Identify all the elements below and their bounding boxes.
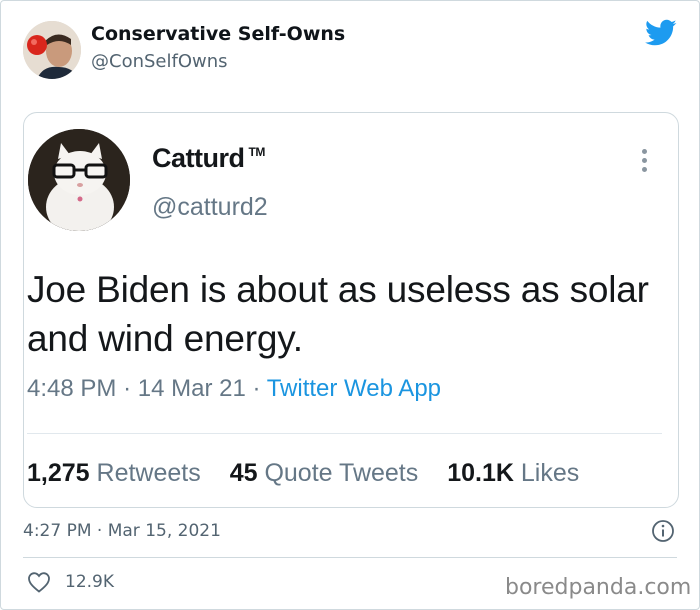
quoted-tweet-text: Joe Biden is about as useless as solar a… xyxy=(27,269,649,359)
quoted-author-avatar xyxy=(28,129,130,231)
info-icon[interactable] xyxy=(651,519,675,543)
heart-icon[interactable] xyxy=(27,571,51,593)
meta-separator: · xyxy=(252,375,261,402)
quoted-tweet-meta: 4:48 PM · 14 Mar 21 · Twitter Web App xyxy=(27,375,441,403)
author-handle[interactable]: @ConSelfOwns xyxy=(91,51,228,72)
quoted-stats: 1,275 Retweets 45 Quote Tweets 10.1K Lik… xyxy=(27,459,579,488)
meta-separator: · xyxy=(123,375,132,402)
quoted-divider xyxy=(27,433,662,434)
likes-count-quoted: 10.1K xyxy=(447,459,514,487)
quoted-app: Twitter Web App xyxy=(266,375,442,402)
tweet-card: Conservative Self-Owns @ConSelfOwns Catt… xyxy=(0,0,700,610)
quoted-date: 14 Mar 21 xyxy=(137,375,246,402)
like-count[interactable]: 12.9K xyxy=(65,572,114,592)
likes-label: Likes xyxy=(520,459,580,487)
trademark-mark: TM xyxy=(248,145,266,159)
author-avatar[interactable] xyxy=(23,21,81,79)
twitter-bird-icon[interactable] xyxy=(645,19,677,47)
footer-divider xyxy=(23,557,677,558)
quotes-label: Quote Tweets xyxy=(264,459,419,487)
more-options-icon xyxy=(640,149,648,175)
author-name[interactable]: Conservative Self-Owns xyxy=(91,23,345,45)
retweets-count: 1,275 xyxy=(27,459,90,487)
quoted-author-name: Catturd TM xyxy=(152,143,266,173)
quoted-author-handle: @catturd2 xyxy=(152,193,268,221)
tweet-timestamp[interactable]: 4:27 PM · Mar 15, 2021 xyxy=(23,521,221,541)
retweets-label: Retweets xyxy=(96,459,201,487)
quoted-tweet-screenshot: Catturd TM @catturd2 Joe Biden is about a… xyxy=(23,112,679,508)
quotes-count: 45 xyxy=(229,459,258,487)
watermark: boredpanda.com xyxy=(505,575,692,600)
quoted-time: 4:48 PM xyxy=(27,375,117,402)
